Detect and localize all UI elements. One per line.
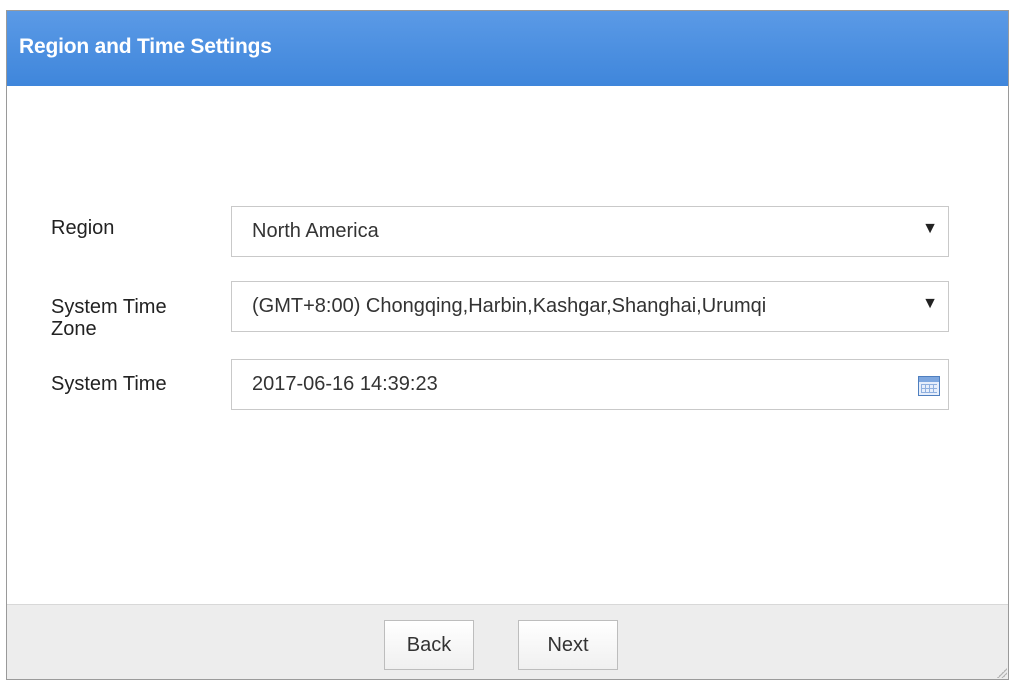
- resize-grip[interactable]: [997, 668, 1007, 678]
- region-value: North America: [252, 220, 379, 242]
- time-zone-select[interactable]: (GMT+8:00) Chongqing,Harbin,Kashgar,Shan…: [231, 281, 949, 332]
- region-select[interactable]: North America ▼: [231, 206, 949, 257]
- back-button[interactable]: Back: [384, 620, 474, 670]
- time-zone-label-line2: Zone: [51, 318, 97, 340]
- dialog-footer: Back Next: [7, 604, 1008, 679]
- time-zone-label: System Time Zone: [51, 296, 167, 340]
- time-zone-value: (GMT+8:00) Chongqing,Harbin,Kashgar,Shan…: [252, 295, 767, 317]
- chevron-down-icon[interactable]: ▼: [922, 220, 938, 238]
- time-zone-label-line1: System Time: [51, 296, 167, 318]
- chevron-down-icon[interactable]: ▼: [922, 295, 938, 313]
- system-time-label: System Time: [51, 373, 167, 395]
- region-label: Region: [51, 217, 115, 239]
- next-button[interactable]: Next: [518, 620, 618, 670]
- system-time-value: 2017-06-16 14:39:23: [252, 373, 438, 395]
- calendar-icon[interactable]: [918, 376, 940, 396]
- system-time-input[interactable]: 2017-06-16 14:39:23: [231, 359, 949, 410]
- dialog-title: Region and Time Settings: [19, 35, 272, 58]
- region-time-dialog: Region and Time Settings Region North Am…: [6, 10, 1009, 680]
- dialog-titlebar: Region and Time Settings: [7, 11, 1008, 86]
